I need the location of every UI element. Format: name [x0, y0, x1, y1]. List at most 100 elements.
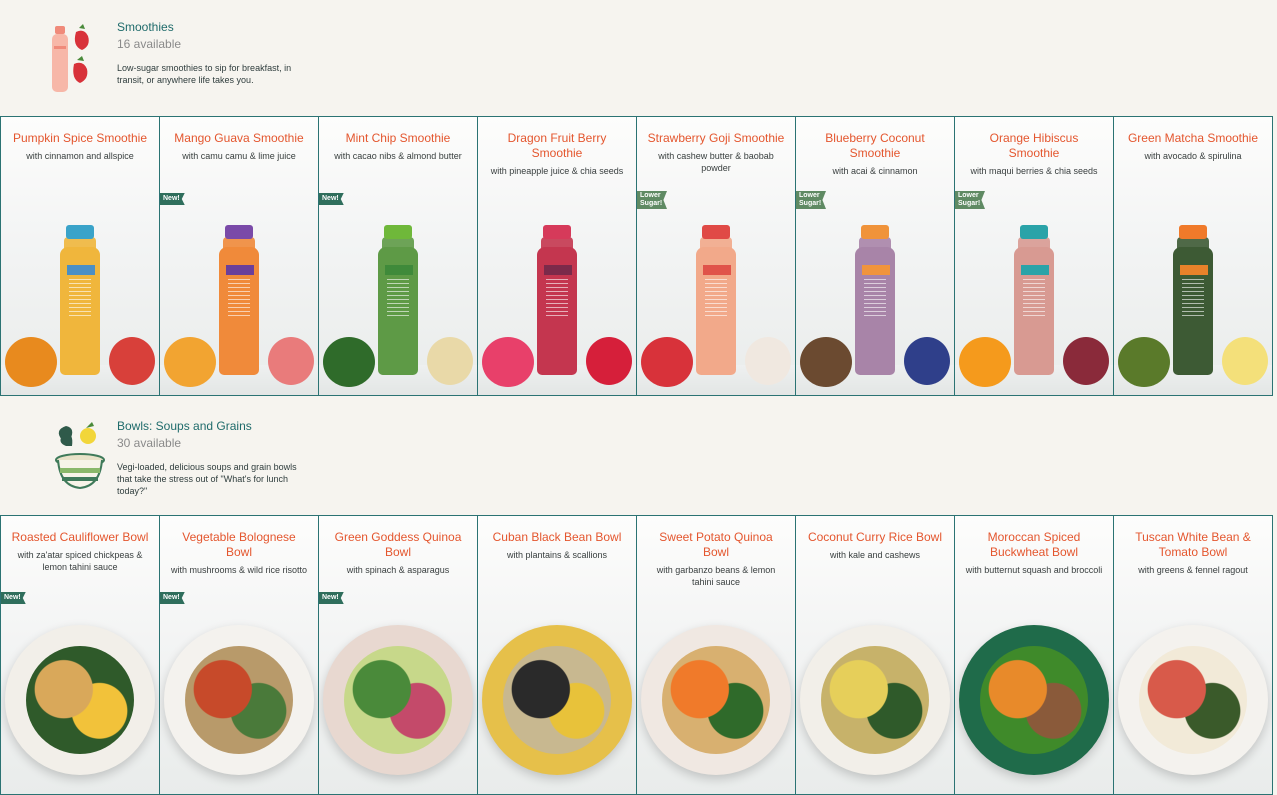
section-description: Low-sugar smoothies to sip for breakfast…	[117, 63, 292, 85]
bowl-plate	[323, 625, 473, 775]
new-badge: New!	[160, 592, 185, 604]
bottle-cap	[384, 225, 412, 239]
bottle-cap	[543, 225, 571, 239]
bowl-card[interactable]: Coconut Curry Rice Bowl with kale and cas…	[795, 515, 955, 795]
smoothie-card[interactable]: Green Matcha Smoothie with avocado & spir…	[1113, 116, 1273, 396]
bottle-cap	[225, 225, 253, 239]
product-name: Vegetable Bolognese Bowl	[182, 530, 296, 559]
bowl-food	[503, 646, 611, 754]
bottle-label	[226, 265, 254, 275]
bowl-food	[821, 646, 929, 754]
smoothies-grid: Pumpkin Spice Smoothie with cinnamon and …	[0, 116, 1277, 396]
smoothie-card[interactable]: Blueberry Coconut Smoothie with acai & ci…	[795, 116, 955, 396]
fruit-image	[1222, 337, 1268, 385]
fruit-image	[745, 337, 791, 385]
smoothie-bottle	[1014, 225, 1054, 375]
product-description: with spinach & asparagus	[346, 565, 450, 575]
product-description: with greens & fennel ragout	[1138, 565, 1248, 575]
bowl-plate	[482, 625, 632, 775]
card-title: Moroccan Spiced Buckwheat Bowl with butte…	[963, 530, 1105, 576]
card-title: Coconut Curry Rice Bowl with kale and cas…	[804, 530, 946, 561]
bowl-card[interactable]: Cuban Black Bean Bowl with plantains & sc…	[477, 515, 637, 795]
smoothie-photo	[1114, 165, 1272, 395]
product-description: with mushrooms & wild rice risotto	[170, 565, 308, 575]
bowl-plate	[959, 625, 1109, 775]
card-title: Strawberry Goji Smoothie with cashew butt…	[645, 131, 787, 174]
fruit-image	[268, 337, 314, 385]
fruit-image	[164, 337, 216, 387]
bowl-plate	[1118, 625, 1268, 775]
bottle-ingredients	[69, 279, 91, 319]
bowl-greens-icon	[55, 422, 105, 490]
bowl-food	[980, 646, 1088, 754]
smoothie-bottle-strawberry-icon	[52, 24, 89, 92]
product-description: with cinnamon and allspice	[26, 151, 134, 161]
bowl-food	[185, 646, 293, 754]
card-title: Roasted Cauliflower Bowl with za'atar spi…	[9, 530, 151, 573]
bowl-photo	[1, 594, 159, 794]
bowl-photo	[955, 594, 1113, 794]
product-name: Blueberry Coconut Smoothie	[825, 131, 925, 160]
card-title: Green Goddess Quinoa Bowl with spinach & …	[327, 530, 469, 576]
smoothie-card[interactable]: Pumpkin Spice Smoothie with cinnamon and …	[0, 116, 160, 396]
bottle-label	[67, 265, 95, 275]
bowl-photo	[1114, 594, 1272, 794]
lower-sugar-badge: Lower Sugar!	[796, 191, 826, 209]
section-count: 30 available	[117, 436, 182, 450]
bottle-label	[1180, 265, 1208, 275]
bottle-label	[703, 265, 731, 275]
bowl-card[interactable]: Tuscan White Bean & Tomato Bowl with gree…	[1113, 515, 1273, 795]
smoothie-photo	[160, 165, 318, 395]
product-name: Coconut Curry Rice Bowl	[807, 530, 943, 544]
fruit-image	[904, 337, 950, 385]
smoothie-bottle	[1173, 225, 1213, 375]
smoothie-card[interactable]: Mint Chip Smoothie with cacao nibs & almo…	[318, 116, 478, 396]
smoothie-bottle	[219, 225, 259, 375]
card-title: Orange Hibiscus Smoothie with maqui berri…	[963, 131, 1105, 177]
bottle-ingredients	[1023, 279, 1045, 319]
bowl-plate	[641, 625, 791, 775]
bowl-photo	[478, 594, 636, 794]
product-description: with cacao nibs & almond butter	[334, 151, 462, 161]
bottle-cap	[861, 225, 889, 239]
fruit-image	[641, 337, 693, 387]
bowl-card[interactable]: Sweet Potato Quinoa Bowl with garbanzo be…	[636, 515, 796, 795]
card-title: Blueberry Coconut Smoothie with acai & ci…	[804, 131, 946, 177]
bowl-photo	[796, 594, 954, 794]
smoothie-card[interactable]: Strawberry Goji Smoothie with cashew butt…	[636, 116, 796, 396]
bottle-ingredients	[228, 279, 250, 319]
product-name: Cuban Black Bean Bowl	[492, 530, 622, 544]
bottle-label	[1021, 265, 1049, 275]
card-title: Dragon Fruit Berry Smoothie with pineappl…	[486, 131, 628, 177]
new-badge: New!	[1, 592, 26, 604]
bottle-label	[544, 265, 572, 275]
smoothie-card[interactable]: Dragon Fruit Berry Smoothie with pineappl…	[477, 116, 637, 396]
smoothie-bottle	[696, 225, 736, 375]
bowls-grid: Roasted Cauliflower Bowl with za'atar spi…	[0, 515, 1277, 795]
smoothie-card[interactable]: Mango Guava Smoothie with camu camu & lim…	[159, 116, 319, 396]
product-name: Pumpkin Spice Smoothie	[12, 131, 148, 145]
card-title: Mango Guava Smoothie with camu camu & lim…	[168, 131, 310, 162]
section-count: 16 available	[117, 37, 182, 51]
bowl-food	[1139, 646, 1247, 754]
product-description: with acai & cinnamon	[832, 166, 918, 176]
bowl-card[interactable]: Roasted Cauliflower Bowl with za'atar spi…	[0, 515, 160, 795]
bowl-food	[344, 646, 452, 754]
lower-sugar-badge: Lower Sugar!	[637, 191, 667, 209]
bowl-card[interactable]: Green Goddess Quinoa Bowl with spinach & …	[318, 515, 478, 795]
section-title: Smoothies	[117, 20, 174, 34]
bottle-ingredients	[1182, 279, 1204, 319]
fruit-image	[427, 337, 473, 385]
smoothie-card[interactable]: Orange Hibiscus Smoothie with maqui berri…	[954, 116, 1114, 396]
new-badge: New!	[319, 193, 344, 205]
product-description: with za'atar spiced chickpeas & lemon ta…	[17, 550, 143, 572]
bowl-card[interactable]: Moroccan Spiced Buckwheat Bowl with butte…	[954, 515, 1114, 795]
bottle-cap	[66, 225, 94, 239]
bowl-card[interactable]: Vegetable Bolognese Bowl with mushrooms &…	[159, 515, 319, 795]
bowl-photo	[160, 594, 318, 794]
bowl-plate	[5, 625, 155, 775]
card-title: Mint Chip Smoothie with cacao nibs & almo…	[327, 131, 469, 162]
bowl-plate	[800, 625, 950, 775]
new-badge: New!	[319, 592, 344, 604]
bowl-photo	[637, 594, 795, 794]
